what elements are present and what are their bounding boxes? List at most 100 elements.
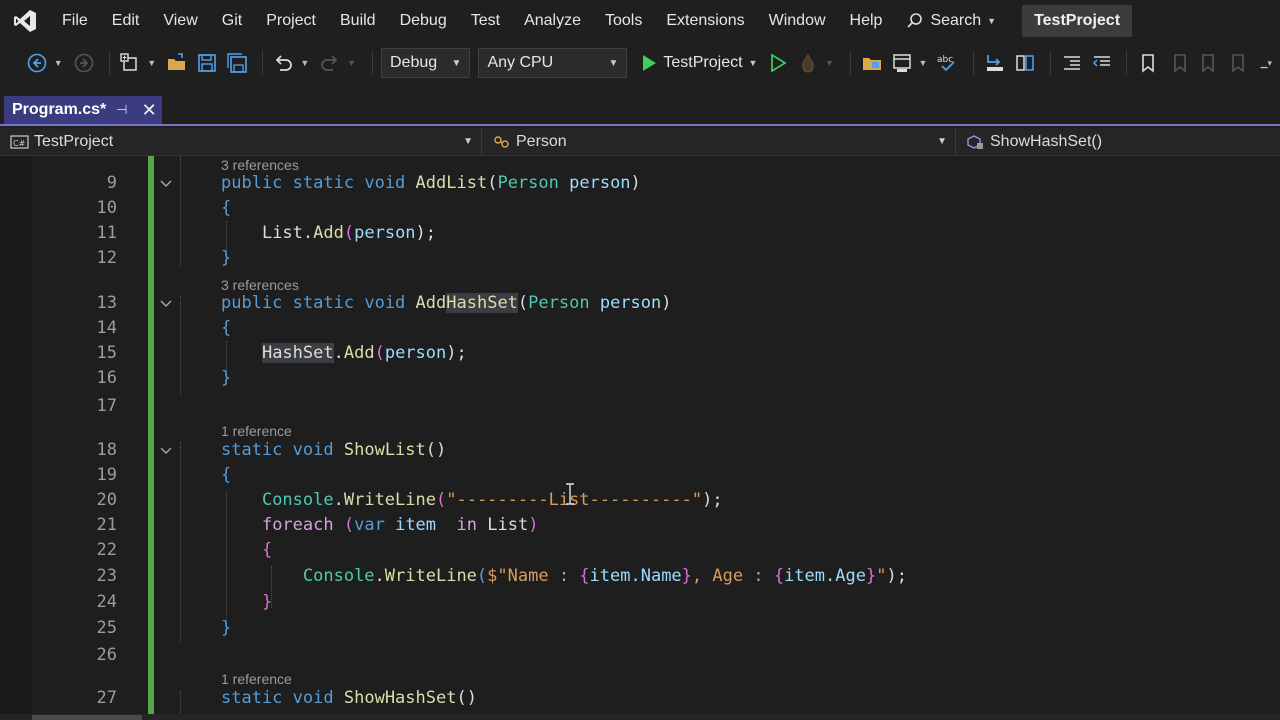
collapse-chevron-icon[interactable] (158, 295, 174, 311)
spell-check-icon[interactable]: abc (935, 50, 961, 76)
code-text: static void ShowList() (221, 440, 447, 460)
code-line: 23 Console.WriteLine($"Name : {item.Name… (0, 564, 1280, 589)
type-dropdown[interactable]: Person ▼ (482, 127, 956, 156)
tab-title: Program.cs* (12, 101, 107, 118)
chevron-down-icon[interactable]: ▼ (825, 58, 834, 68)
menu-test[interactable]: Test (459, 0, 512, 42)
chevron-down-icon: ▼ (608, 57, 619, 69)
code-text: Console.WriteLine("---------List--------… (261, 490, 723, 510)
menu-file[interactable]: File (50, 0, 100, 42)
code-text: { (221, 318, 232, 338)
menu-view[interactable]: View (151, 0, 209, 42)
step-into-icon[interactable] (982, 50, 1008, 76)
open-folder-icon[interactable] (164, 50, 190, 76)
line-number: 21 (96, 515, 117, 535)
collapse-chevron-icon[interactable] (158, 175, 174, 191)
menu-edit[interactable]: Edit (100, 0, 152, 42)
solution-configuration-select[interactable]: Debug ▼ (381, 48, 471, 78)
chevron-down-icon[interactable]: ▼ (347, 58, 356, 68)
chevron-down-icon: ▼ (463, 136, 473, 147)
start-without-debugging-icon[interactable] (765, 50, 791, 76)
navigate-forward-icon[interactable] (71, 50, 97, 76)
clear-bookmarks-icon[interactable] (1225, 50, 1251, 76)
chevron-down-icon[interactable]: ▼ (300, 58, 309, 68)
svg-text:abc: abc (937, 55, 953, 65)
toolbar-separator (849, 51, 851, 75)
menu-tools[interactable]: Tools (593, 0, 654, 42)
project-dropdown[interactable]: C# TestProject ▼ (0, 127, 482, 156)
chevron-down-icon[interactable]: ▼ (147, 58, 156, 68)
line-number: 26 (96, 645, 117, 665)
solution-explorer-icon[interactable] (859, 50, 885, 76)
line-number: 17 (96, 396, 117, 416)
menu-build[interactable]: Build (328, 0, 388, 42)
line-number: 20 (96, 490, 117, 510)
member-dropdown[interactable]: ShowHashSet() (956, 128, 1280, 156)
start-debugging-button[interactable]: TestProject ▼ (641, 54, 757, 72)
run-target-label: TestProject (663, 54, 743, 71)
toolbar-separator (1049, 51, 1051, 75)
chevron-down-icon: ▼ (748, 58, 758, 68)
menu-git[interactable]: Git (210, 0, 254, 42)
chevron-down-icon: ▼ (451, 57, 462, 69)
code-text: List.Add(person); (261, 223, 437, 243)
code-text: HashSet.Add(person); (261, 343, 467, 363)
code-editor[interactable]: 3 references 3 references 1 reference 1 … (0, 156, 1280, 720)
search-label: Search (930, 12, 982, 29)
toolbar: ▼ ▼ ▼ ▼ Debug ▼ Any CPU ▼ TestProject ▼ (0, 42, 1280, 84)
menu-bar: File Edit View Git Project Build Debug T… (0, 0, 1280, 42)
split-view-icon[interactable] (1012, 50, 1038, 76)
menu-debug[interactable]: Debug (388, 0, 459, 42)
visual-studio-logo-icon[interactable] (0, 0, 50, 42)
chevron-down-icon[interactable]: ▼ (919, 58, 928, 68)
menu-project[interactable]: Project (254, 0, 328, 42)
code-line: 16 } (0, 366, 1280, 391)
csharp-project-icon: C# (10, 134, 29, 149)
layout-icon[interactable] (889, 50, 915, 76)
redo-icon[interactable] (317, 50, 343, 76)
close-icon[interactable]: ✕ (142, 100, 157, 121)
pin-icon[interactable]: ⊣ (116, 102, 127, 118)
code-text: foreach (var item in List) (261, 515, 539, 535)
toolbar-separator (108, 51, 110, 75)
code-line: 17 (0, 394, 1280, 419)
chevron-down-icon: ▼ (987, 16, 997, 26)
menu-window[interactable]: Window (757, 0, 838, 42)
line-number: 14 (96, 318, 117, 338)
horizontal-scrollbar[interactable] (0, 714, 1280, 720)
save-icon[interactable] (194, 50, 220, 76)
horizontal-scrollbar-thumb[interactable] (32, 715, 142, 720)
code-line: 12 } (0, 246, 1280, 271)
toolbar-separator (973, 51, 975, 75)
menu-help[interactable]: Help (838, 0, 895, 42)
search-button[interactable]: Search ▼ (894, 0, 1008, 42)
outdent-icon[interactable] (1089, 50, 1115, 76)
menu-analyze[interactable]: Analyze (512, 0, 593, 42)
new-project-icon[interactable] (118, 50, 144, 76)
code-text: } (221, 368, 232, 388)
solution-platform-select[interactable]: Any CPU ▼ (478, 48, 628, 78)
menu-extensions[interactable]: Extensions (654, 0, 756, 42)
save-all-icon[interactable] (224, 50, 250, 76)
collapse-chevron-icon[interactable] (158, 442, 174, 458)
hot-reload-icon[interactable] (795, 50, 821, 76)
project-badge[interactable]: TestProject (1022, 5, 1133, 37)
play-icon (643, 55, 657, 71)
undo-icon[interactable] (271, 50, 297, 76)
navigate-back-icon[interactable] (24, 50, 50, 76)
toolbar-separator (1126, 51, 1128, 75)
code-text: } (221, 248, 232, 268)
project-name: TestProject (34, 132, 114, 150)
next-bookmark-icon[interactable] (1195, 50, 1221, 76)
tab-program-cs[interactable]: Program.cs* ⊣ ✕ (4, 96, 162, 124)
line-number: 11 (96, 223, 117, 243)
code-line: 24 } (0, 590, 1280, 615)
chevron-down-icon[interactable]: ▼ (54, 58, 63, 68)
navigation-bar: C# TestProject ▼ Person ▼ ShowHashSet() (0, 127, 1280, 156)
code-line: 27 static void ShowHashSet() (0, 686, 1280, 711)
line-number: 13 (96, 293, 117, 313)
bookmark-icon[interactable] (1135, 50, 1161, 76)
previous-bookmark-icon[interactable] (1165, 50, 1191, 76)
toolbar-overflow-icon[interactable]: ▁▾ (1261, 58, 1272, 69)
indent-icon[interactable] (1059, 50, 1085, 76)
